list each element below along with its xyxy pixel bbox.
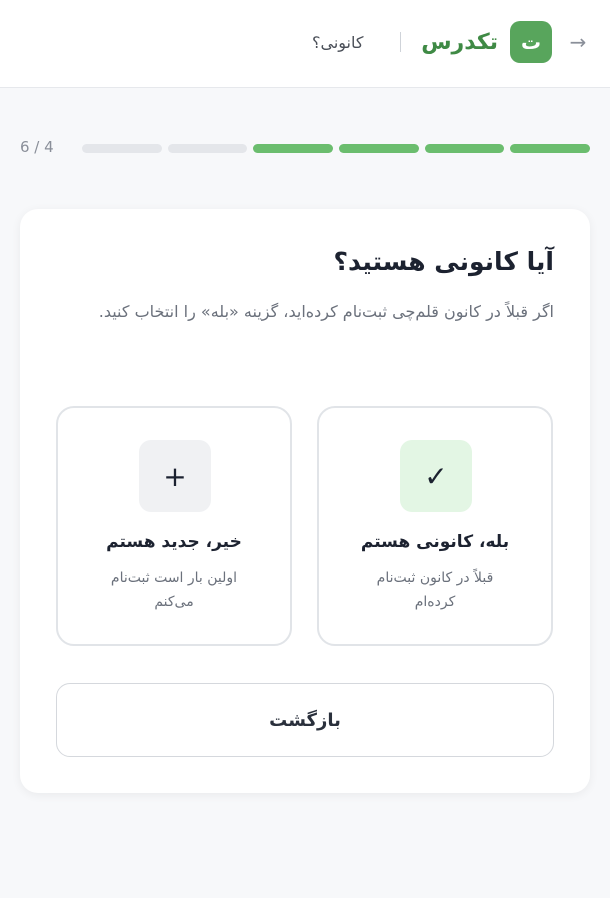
progress-counter: 6 / 4 [20,138,54,156]
option-no-title: خیر، جدید هستم [106,532,242,552]
progress-segment [510,144,590,153]
back-button[interactable]: بازگشت [56,683,554,757]
plus-icon: + [139,440,211,512]
option-yes-description: قبلاً در کانون ثبت‌نام کرده‌ام [376,570,494,610]
question-title: آیا کانونی هستید؟ [333,247,554,276]
option-no-card[interactable]: + خیر، جدید هستم اولین بار است ثبت‌نام م… [56,406,292,646]
progress-segment [424,144,505,153]
progress-segment [167,144,248,153]
check-icon: ✓ [400,440,472,512]
brand-name: تکدرس [421,29,498,55]
page-label: کانونی؟ [312,32,364,52]
question-card: آیا کانونی هستید؟ اگر قبلاً در کانون قلم… [20,209,590,793]
question-subtitle: اگر قبلاً در کانون قلم‌چی ثبت‌نام کرده‌ا… [98,302,554,321]
logo: ت [510,21,552,63]
app-header: → ت تکدرس کانونی؟ [0,0,610,88]
option-yes-card[interactable]: ✓ بله، کانونی هستم قبلاً در کانون ثبت‌نا… [317,406,553,646]
progress-segment [338,144,419,153]
option-no-description: اولین بار است ثبت‌نام می‌کنم [110,570,238,610]
option-yes-title: بله، کانونی هستم [360,532,510,552]
header-divider [400,32,401,52]
progress-segment [253,144,333,153]
progress-bar [81,144,590,153]
progress-segment [81,144,162,153]
back-arrow-icon[interactable]: → [564,26,592,58]
